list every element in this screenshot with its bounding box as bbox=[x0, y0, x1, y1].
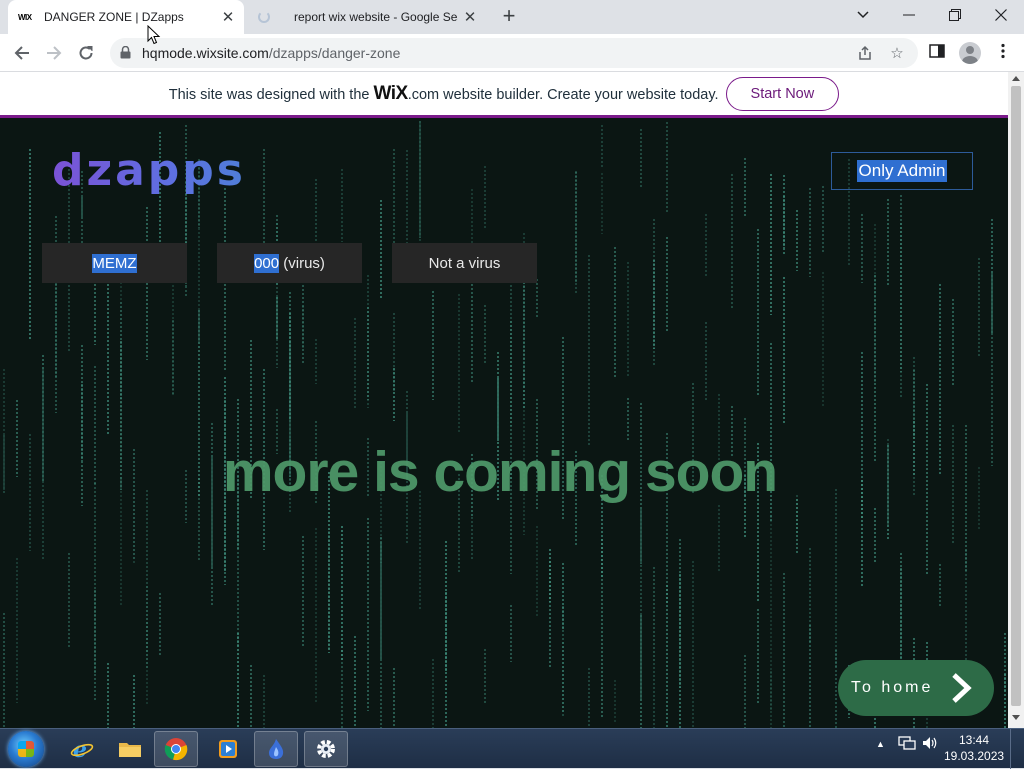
show-desktop-button[interactable] bbox=[1010, 729, 1024, 769]
only-admin-label: Only Admin bbox=[856, 160, 948, 182]
hero-section: dzapps Only Admin MEMZ 000 (virus) Not a… bbox=[0, 121, 1008, 728]
taskbar-internet-explorer[interactable]: e bbox=[60, 731, 104, 767]
volume-icon[interactable] bbox=[921, 735, 939, 754]
taskbar-settings[interactable] bbox=[304, 731, 348, 767]
flame-app-icon bbox=[269, 739, 284, 759]
close-tab-icon[interactable]: ✕ bbox=[216, 8, 240, 26]
page-viewport: This site was designed with the WiX.com … bbox=[0, 72, 1008, 728]
gear-icon bbox=[317, 740, 335, 758]
tab-title: report wix website - Google Sear bbox=[294, 10, 458, 24]
nav-button-not-a-virus[interactable]: Not a virus bbox=[392, 243, 537, 283]
tab-google-search[interactable]: report wix website - Google Sear ✕ bbox=[246, 0, 486, 34]
start-button[interactable] bbox=[8, 731, 44, 767]
wix-banner-text: This site was designed with the WiX.com … bbox=[169, 83, 719, 105]
vertical-scrollbar[interactable] bbox=[1008, 72, 1024, 728]
tab-danger-zone[interactable]: WIX DANGER ZONE | DZapps ✕ bbox=[8, 0, 244, 34]
close-window-button[interactable] bbox=[978, 0, 1024, 30]
banner-text-before: This site was designed with the bbox=[168, 86, 374, 103]
nav-button-000-virus[interactable]: 000 (virus) bbox=[217, 243, 362, 283]
url-path: /dzapps/danger-zone bbox=[268, 45, 401, 61]
lock-icon bbox=[120, 46, 131, 59]
side-panel-icon[interactable] bbox=[926, 43, 948, 65]
back-button[interactable] bbox=[8, 39, 36, 67]
clock-date: 19.03.2023 bbox=[944, 749, 1005, 763]
chevron-down-icon bbox=[857, 11, 869, 19]
loading-spinner-icon bbox=[258, 11, 270, 23]
tab-title: DANGER ZONE | DZapps bbox=[44, 10, 184, 24]
tab-search-button[interactable] bbox=[840, 0, 886, 30]
nav-label-selected: MEMZ bbox=[92, 253, 137, 273]
wix-ad-banner: This site was designed with the WiX.com … bbox=[0, 72, 1008, 118]
scroll-down-icon[interactable] bbox=[1012, 715, 1020, 720]
to-home-label: To home bbox=[851, 679, 934, 696]
scroll-up-icon[interactable] bbox=[1012, 76, 1020, 81]
arrow-right-icon bbox=[47, 46, 62, 60]
arrow-left-icon bbox=[14, 46, 29, 60]
close-tab-icon[interactable]: ✕ bbox=[458, 8, 482, 26]
close-icon bbox=[995, 9, 1007, 21]
bookmark-star-icon[interactable]: ☆ bbox=[888, 45, 906, 63]
nav-label-selected: 000 bbox=[254, 253, 280, 273]
taskbar-media-player[interactable] bbox=[206, 731, 250, 767]
taskbar-file-explorer[interactable] bbox=[108, 731, 152, 767]
url-host: hqmode.wixsite.com bbox=[142, 45, 269, 61]
taskbar-chrome[interactable] bbox=[154, 731, 198, 767]
chrome-icon bbox=[164, 738, 188, 761]
system-clock[interactable]: 13:44 19.03.2023 bbox=[944, 732, 1004, 764]
restore-button[interactable] bbox=[932, 0, 978, 30]
reload-icon bbox=[79, 46, 93, 60]
only-admin-button[interactable]: Only Admin bbox=[831, 152, 973, 190]
banner-text-after: .com website builder. Create your websit… bbox=[407, 86, 719, 103]
start-now-button[interactable]: Start Now bbox=[725, 76, 840, 111]
media-player-icon bbox=[219, 740, 237, 758]
share-icon[interactable] bbox=[856, 45, 874, 63]
restore-icon bbox=[949, 9, 961, 21]
folder-icon bbox=[119, 743, 141, 757]
wix-logo: WiX bbox=[373, 82, 408, 104]
new-tab-button[interactable]: + bbox=[496, 4, 522, 30]
forward-button[interactable] bbox=[40, 39, 68, 67]
chevron-right-icon bbox=[952, 673, 972, 703]
url-text: hqmode.wixsite.com/dzapps/danger-zone bbox=[142, 45, 400, 61]
reload-button[interactable] bbox=[72, 39, 100, 67]
nav-label: Not a virus bbox=[428, 254, 501, 272]
minimize-icon bbox=[903, 14, 915, 16]
taskbar-app-blue[interactable] bbox=[254, 731, 298, 767]
mouse-cursor-icon bbox=[147, 25, 161, 45]
windows-taskbar: e ▲ 13:44 19.03.2023 bbox=[0, 728, 1024, 769]
network-icon[interactable] bbox=[898, 735, 916, 754]
coming-soon-headline: more is coming soon bbox=[222, 440, 778, 504]
nav-button-memz[interactable]: MEMZ bbox=[42, 243, 187, 283]
to-home-button[interactable]: To home bbox=[838, 660, 994, 716]
tray-expand-icon[interactable]: ▲ bbox=[876, 739, 885, 749]
wix-favicon-icon: WIX bbox=[18, 12, 32, 22]
internet-explorer-icon: e bbox=[70, 737, 94, 761]
matrix-rain-background bbox=[3, 121, 1006, 728]
clock-time: 13:44 bbox=[958, 733, 990, 747]
scrollbar-thumb[interactable] bbox=[1011, 86, 1021, 706]
profile-avatar[interactable] bbox=[959, 42, 981, 64]
minimize-button[interactable] bbox=[886, 0, 932, 30]
more-menu-icon[interactable] bbox=[992, 43, 1014, 65]
address-bar[interactable]: hqmode.wixsite.com/dzapps/danger-zone ☆ bbox=[110, 38, 918, 68]
nav-label: (virus) bbox=[279, 254, 325, 272]
site-logo[interactable]: dzapps bbox=[52, 145, 246, 196]
